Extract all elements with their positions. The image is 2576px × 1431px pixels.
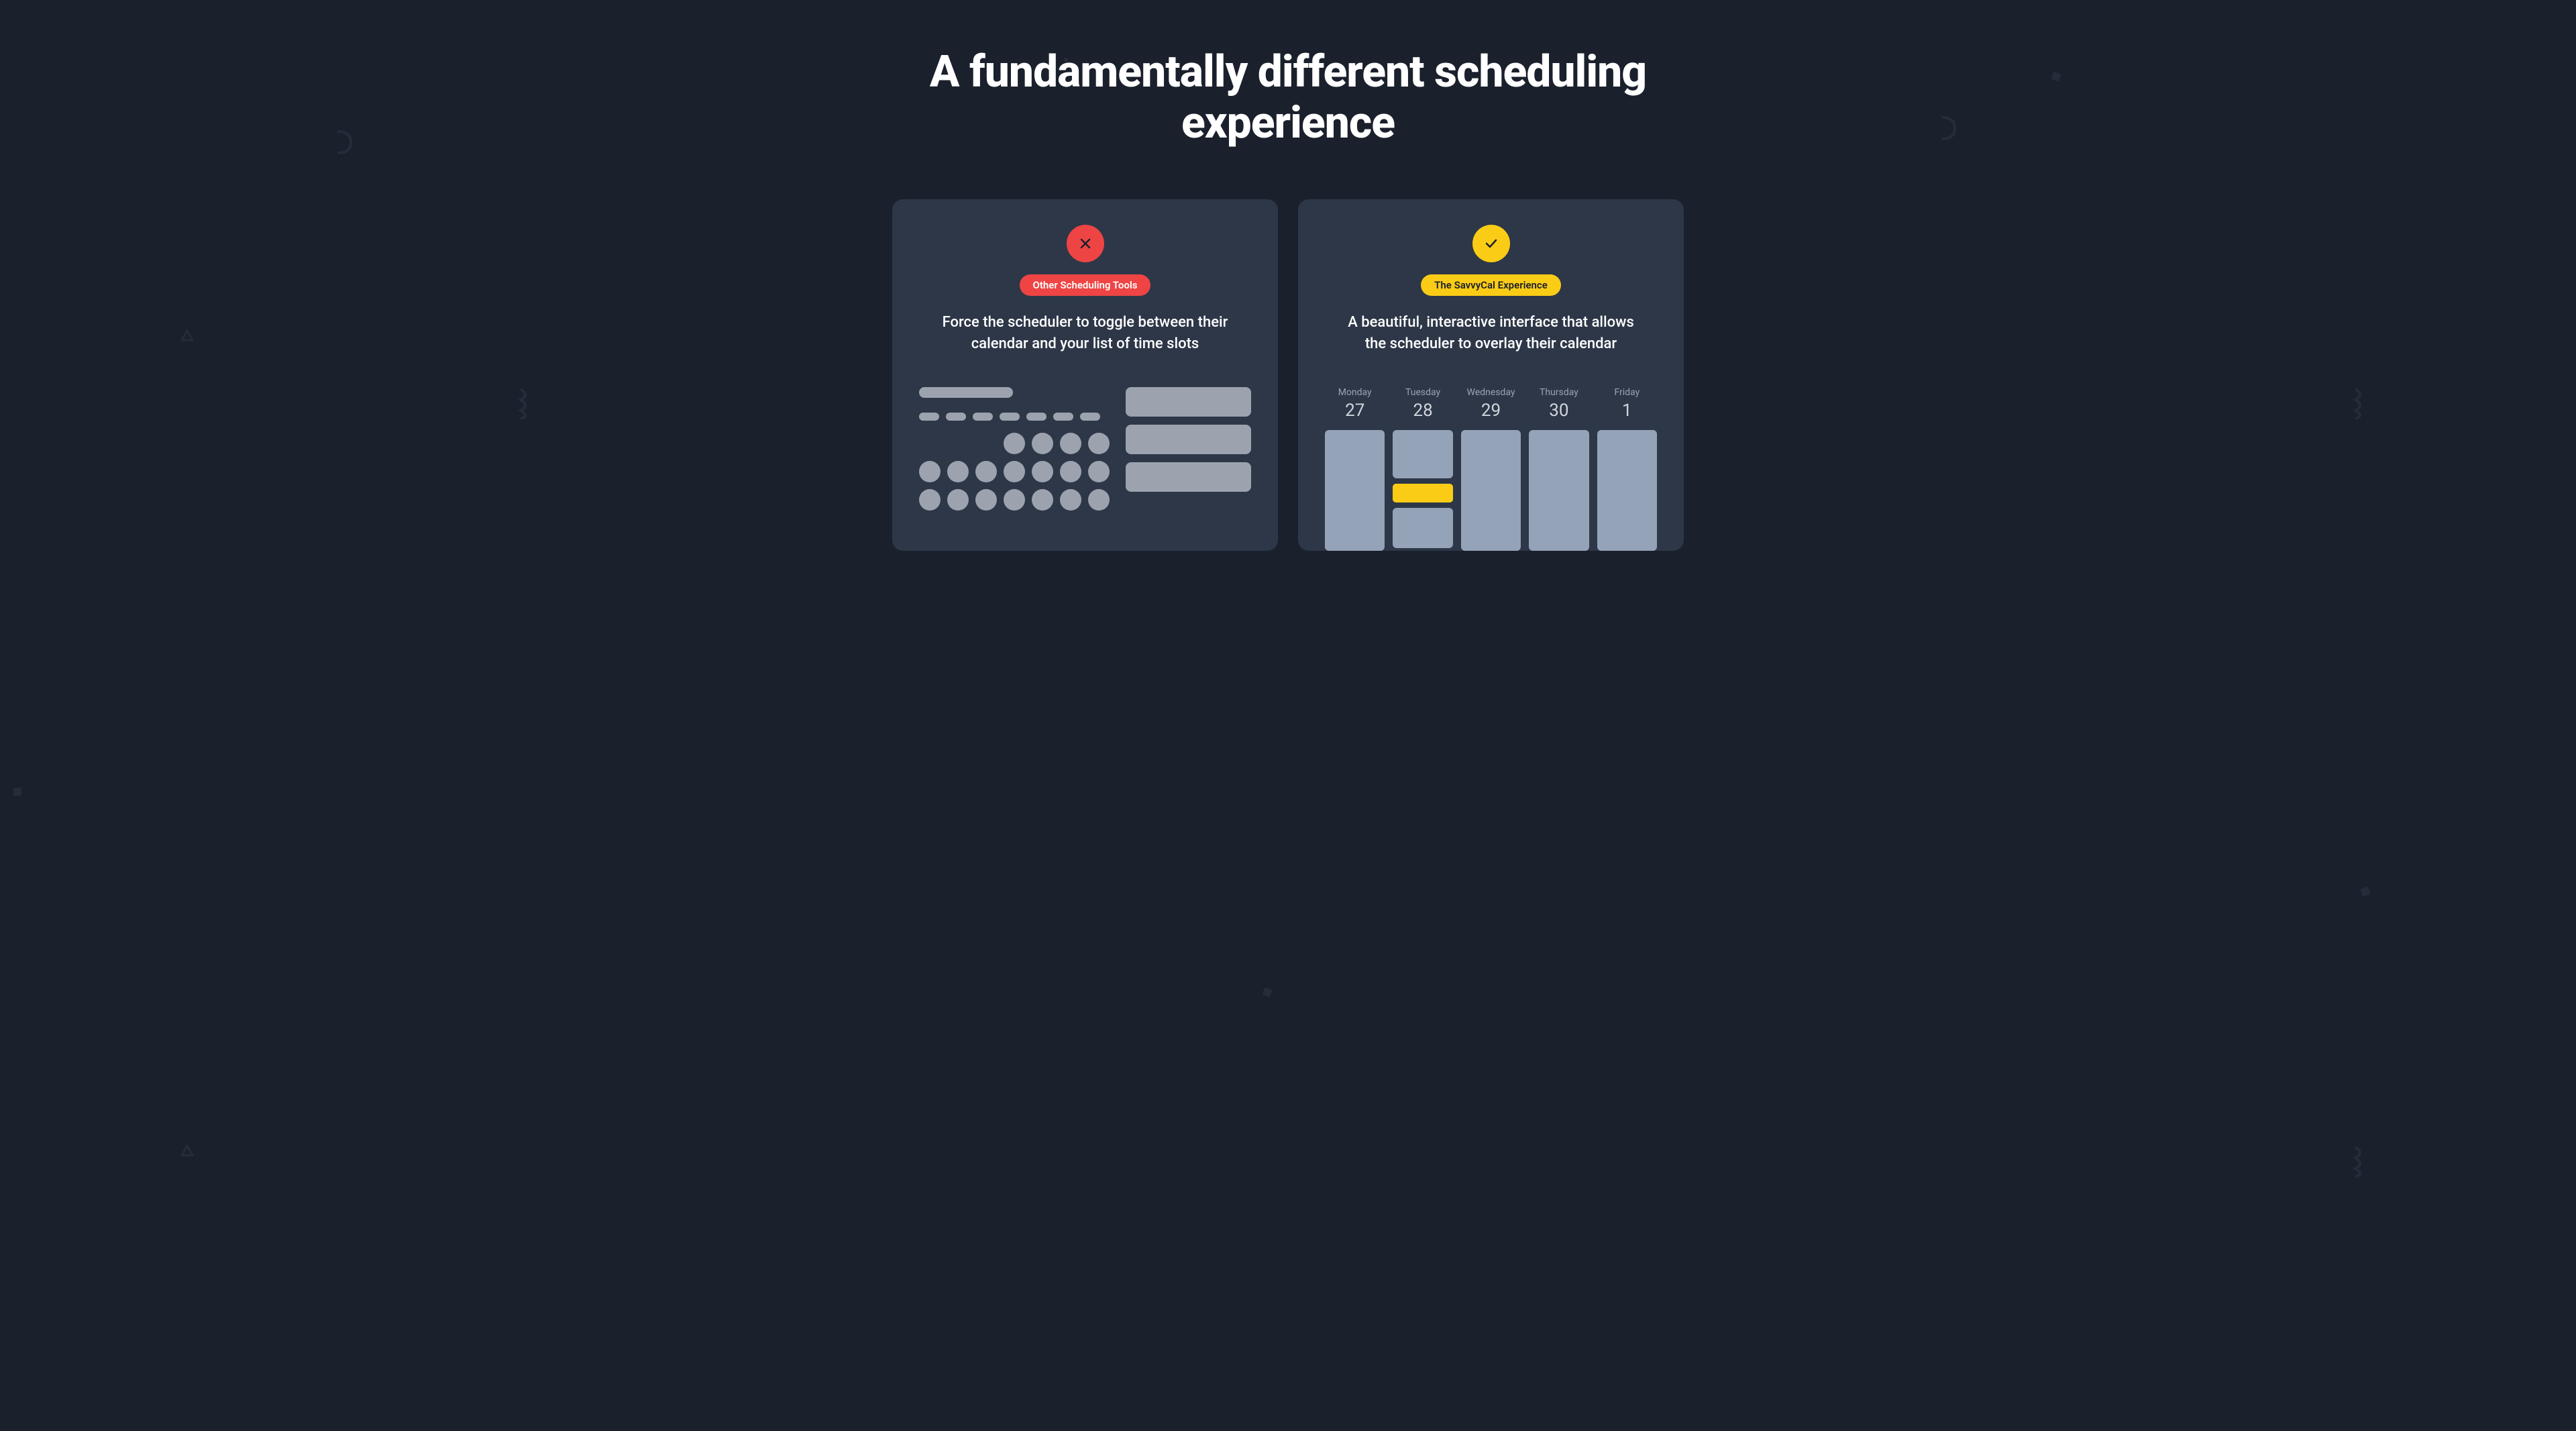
decoration-square xyxy=(2361,887,2370,896)
calendar-column xyxy=(1597,430,1657,551)
decoration-square xyxy=(2051,72,2061,81)
badge-savvycal: The SavvyCal Experience xyxy=(1421,274,1561,296)
selected-slot xyxy=(1393,484,1452,502)
decoration-triangle xyxy=(180,1145,194,1157)
day-header: Thursday 30 xyxy=(1529,387,1589,421)
decoration-square xyxy=(1263,988,1272,997)
card-other-tools: Other Scheduling Tools Force the schedul… xyxy=(892,199,1278,551)
page-heading: A fundamentally different scheduling exp… xyxy=(892,47,1684,149)
illustration-other-tools xyxy=(919,387,1251,511)
calendar-column xyxy=(1529,430,1589,551)
card-savvycal: The SavvyCal Experience A beautiful, int… xyxy=(1298,199,1684,551)
decoration-d-shape xyxy=(335,129,354,156)
decoration-square xyxy=(13,787,22,796)
illustration-savvycal-calendar: Monday 27 Tuesday 28 Wednesday 29 Thursd… xyxy=(1325,387,1657,551)
decoration-squiggle xyxy=(2350,386,2370,420)
day-header: Tuesday 28 xyxy=(1393,387,1452,421)
badge-other-tools: Other Scheduling Tools xyxy=(1020,274,1151,296)
check-icon xyxy=(1472,225,1510,262)
day-header: Monday 27 xyxy=(1325,387,1385,421)
day-header: Wednesday 29 xyxy=(1461,387,1521,421)
calendar-column xyxy=(1325,430,1385,551)
decoration-squiggle xyxy=(515,386,535,420)
desc-other-tools: Force the scheduler to toggle between th… xyxy=(931,312,1240,355)
decoration-squiggle xyxy=(2350,1145,2370,1178)
decoration-triangle xyxy=(180,329,194,341)
calendar-column-tuesday xyxy=(1393,430,1452,551)
desc-savvycal: A beautiful, interactive interface that … xyxy=(1337,312,1646,355)
day-header: Friday 1 xyxy=(1597,387,1657,421)
calendar-column xyxy=(1461,430,1521,551)
decoration-d-shape xyxy=(1939,115,1957,142)
x-icon xyxy=(1067,225,1104,262)
